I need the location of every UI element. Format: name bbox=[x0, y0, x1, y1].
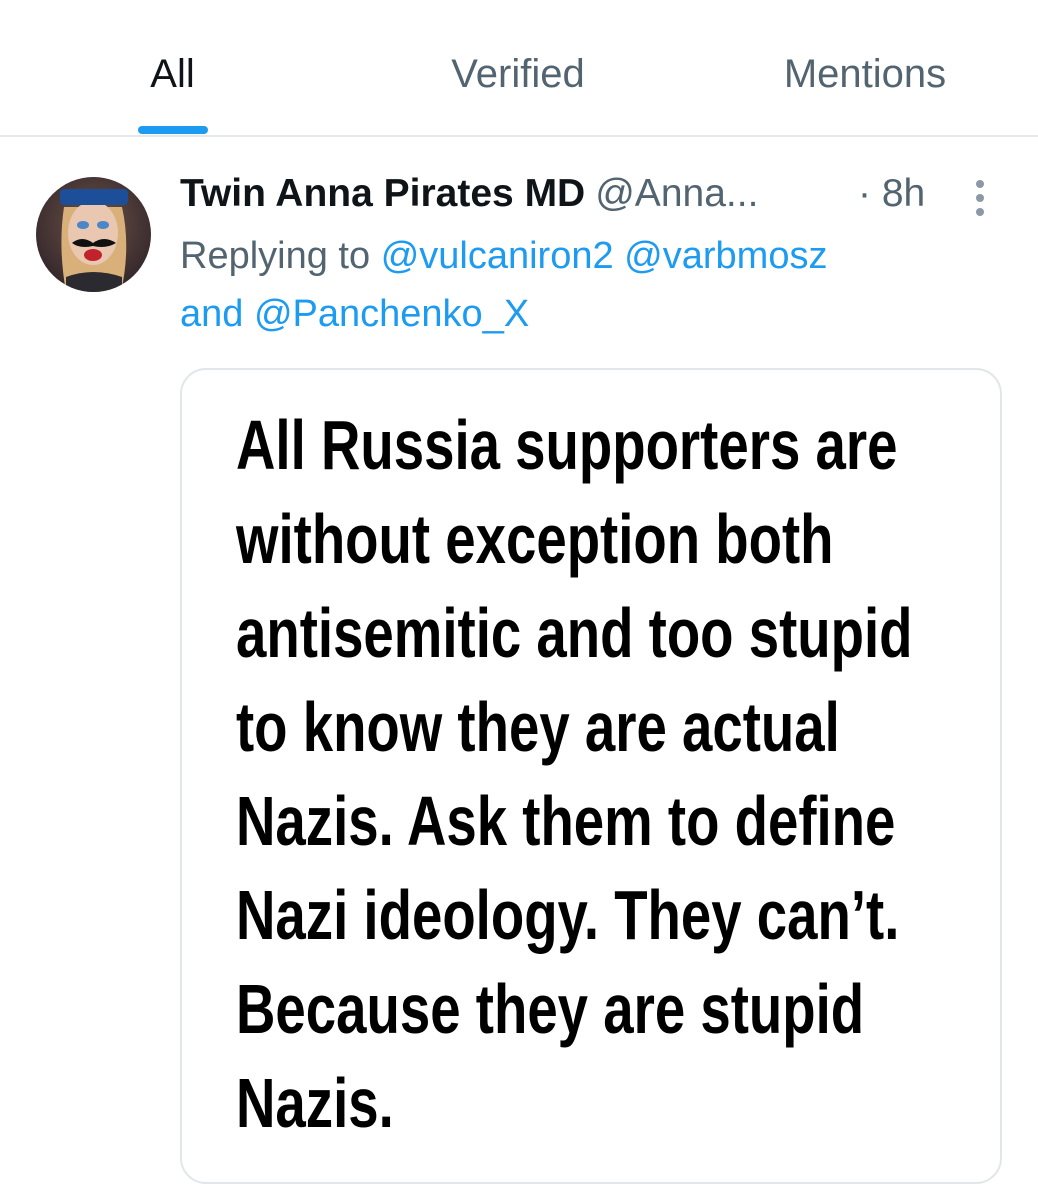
media-text-line: Nazis. bbox=[236, 1064, 394, 1142]
tweet-timestamp[interactable]: · 8h bbox=[858, 166, 925, 222]
tab-mentions[interactable]: Mentions bbox=[760, 40, 970, 136]
mention-link[interactable]: @vulcaniron2 bbox=[381, 235, 614, 277]
tweet-media-image[interactable]: All Russia supporters are without except… bbox=[180, 368, 1002, 1184]
tab-verified[interactable]: Verified bbox=[418, 40, 618, 136]
mention-link[interactable]: @varbmosz bbox=[624, 235, 827, 277]
display-name[interactable]: Twin Anna Pirates MD bbox=[180, 172, 585, 215]
more-vertical-icon[interactable] bbox=[966, 178, 994, 218]
media-text-line: All Russia supporters are bbox=[236, 406, 898, 484]
avatar-image bbox=[36, 177, 151, 292]
media-text-line: Nazi ideology. They can’t. bbox=[236, 876, 900, 954]
replying-prefix: Replying to bbox=[180, 235, 371, 277]
active-tab-indicator bbox=[138, 126, 208, 134]
media-text-line: to know they are actual bbox=[236, 688, 840, 766]
tweet-header: Twin Anna Pirates MD @Anna... bbox=[180, 166, 970, 226]
notification-tabs: All Verified Mentions bbox=[0, 0, 1038, 137]
media-text-line: without exception both bbox=[236, 500, 834, 578]
mention-and[interactable]: and bbox=[180, 293, 243, 335]
user-avatar[interactable] bbox=[36, 177, 151, 292]
media-text-line: antisemitic and too stupid bbox=[236, 594, 913, 672]
user-handle[interactable]: @Anna... bbox=[595, 172, 758, 215]
media-text-line: Nazis. Ask them to define bbox=[236, 782, 896, 860]
media-image-text: All Russia supporters are without except… bbox=[236, 398, 913, 1150]
media-text-line: Because they are stupid bbox=[236, 970, 865, 1048]
mention-link[interactable]: @Panchenko_X bbox=[254, 293, 529, 335]
tab-all[interactable]: All bbox=[100, 40, 245, 136]
replying-to: Replying to @vulcaniron2 @varbmosz and @… bbox=[180, 227, 980, 343]
